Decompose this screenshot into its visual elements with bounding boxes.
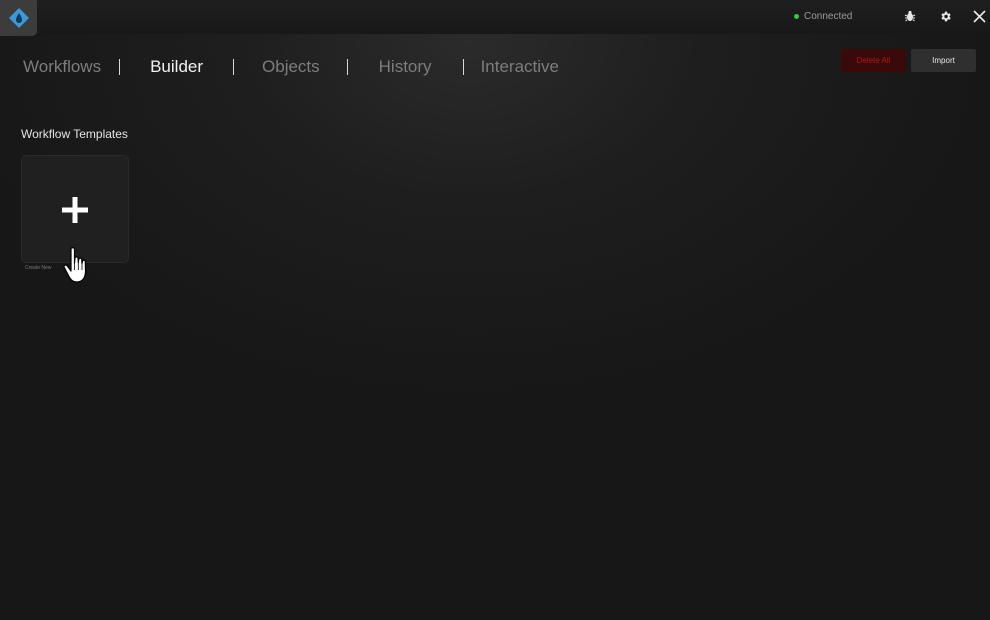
bug-icon [904,10,916,22]
tab-workflows[interactable]: Workflows [23,56,101,78]
nav-divider [233,59,235,75]
nav-divider [346,59,348,75]
tab-objects[interactable]: Objects [262,56,320,78]
tab-builder[interactable]: Builder [150,56,203,78]
main-nav: Workflows Builder Objects History Intera… [23,56,559,78]
tab-history[interactable]: History [379,56,432,78]
gear-icon [940,11,951,21]
nav-divider [119,59,121,75]
debug-button[interactable] [901,7,919,25]
status-dot-icon [794,13,799,19]
hand-pointer-icon [63,247,87,283]
app-window: Connected Workflows Builder Objects Hist… [0,0,990,620]
import-button[interactable]: Import [911,49,976,72]
close-icon [972,9,986,23]
section-heading: Workflow Templates [21,127,128,141]
logo-icon [8,8,29,28]
close-button[interactable] [970,7,988,25]
tab-interactive[interactable]: Interactive [481,56,559,78]
settings-button[interactable] [936,7,954,25]
connection-status: Connected [794,9,852,23]
plus-icon [62,197,88,223]
delete-all-button[interactable]: Delete All [841,49,906,72]
nav-divider [462,59,464,75]
title-bar: Connected [0,0,990,36]
app-logo[interactable] [0,0,37,36]
status-text: Connected [804,10,853,22]
tile-caption: Create New [25,265,52,271]
